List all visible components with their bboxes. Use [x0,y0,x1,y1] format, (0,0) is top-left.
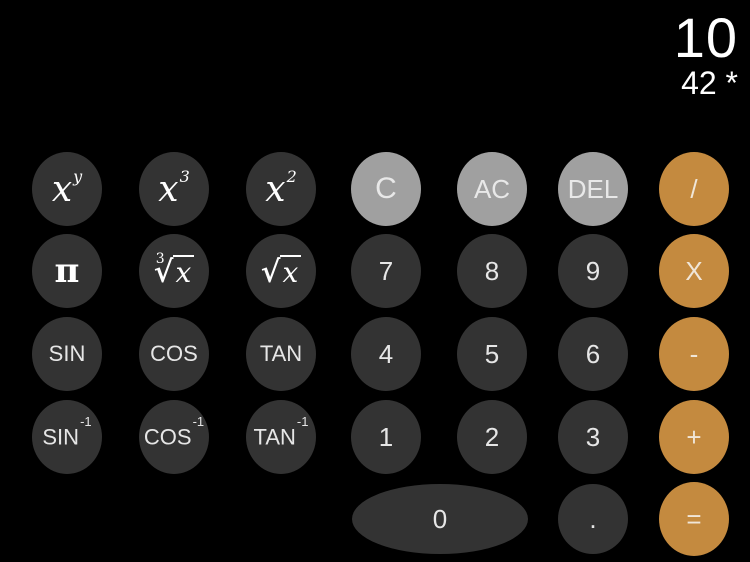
cube-base: x [158,168,179,210]
arcsin-label: SIN-1 [42,414,91,450]
digit-0-button[interactable]: 0 [352,484,528,554]
arctan-text: TAN [253,424,296,450]
square-root-label: √ x [260,254,302,290]
digit-8-label: 8 [484,255,500,286]
clear-label: C [375,172,397,205]
cos-button[interactable]: COS [139,317,209,391]
square-root-radicand: x [280,254,302,287]
clear-button[interactable]: C [351,152,421,226]
digit-1-button[interactable]: 1 [351,400,421,474]
pi-button[interactable]: π [32,234,102,308]
digit-8-button[interactable]: 8 [457,234,527,308]
add-label: + [686,421,702,452]
square-root-button[interactable]: √ x [246,234,316,308]
digit-6-label: 6 [585,338,601,369]
digit-6-button[interactable]: 6 [558,317,628,391]
all-clear-button[interactable]: AC [457,152,527,226]
delete-button[interactable]: DEL [558,152,628,226]
sin-label: SIN [48,341,86,366]
power-base: x [51,168,73,210]
add-button[interactable]: + [659,400,729,474]
digit-3-label: 3 [585,421,601,452]
display-expression: 42 * [681,65,738,101]
delete-label: DEL [567,173,619,204]
multiply-label: X [685,255,703,286]
equals-button[interactable]: = [659,482,729,556]
decimal-label: . [589,503,597,534]
arctan-superscript: -1 [296,413,309,429]
cos-label: COS [150,341,198,366]
cube-root-button[interactable]: 3 √ x [139,234,209,308]
power-exponent: y [73,166,83,186]
digit-2-button[interactable]: 2 [457,400,527,474]
arccos-button[interactable]: COS-1 [139,400,209,474]
subtract-button[interactable]: - [659,317,729,391]
digit-7-label: 7 [378,255,394,286]
digit-4-label: 4 [378,338,394,369]
digit-9-button[interactable]: 9 [558,234,628,308]
square-base: x [265,168,286,210]
power-label: xy [51,166,83,210]
arcsin-text: SIN [42,424,80,450]
display-result: 10 [673,6,738,69]
divide-label: / [690,173,698,204]
tan-label: TAN [259,341,303,366]
arctan-label: TAN-1 [253,414,309,450]
arctan-button[interactable]: TAN-1 [246,400,316,474]
digit-4-button[interactable]: 4 [351,317,421,391]
divide-button[interactable]: / [659,152,729,226]
sin-button[interactable]: SIN [32,317,102,391]
cube-label: x3 [158,166,190,210]
cube-exponent: 3 [179,166,190,186]
square-button[interactable]: x2 [246,152,316,226]
pi-label: π [54,251,80,291]
equals-label: = [686,503,702,534]
multiply-button[interactable]: X [659,234,729,308]
arccos-superscript: -1 [192,413,205,429]
power-button[interactable]: xy [32,152,102,226]
arcsin-button[interactable]: SIN-1 [32,400,102,474]
digit-5-button[interactable]: 5 [457,317,527,391]
digit-0-label: 0 [432,503,448,534]
digit-5-label: 5 [484,338,500,369]
cube-root-label: 3 √ x [154,251,195,288]
subtract-label: - [689,338,699,369]
digit-9-label: 9 [585,255,601,286]
all-clear-label: AC [473,173,511,204]
arccos-text: COS [143,424,192,450]
digit-7-button[interactable]: 7 [351,234,421,308]
decimal-button[interactable]: . [558,484,628,554]
calculator-display: 10 42 * [673,6,738,101]
square-exponent: 2 [286,166,297,186]
radical-icon: √ [260,254,281,290]
cube-root-index: 3 [155,250,165,267]
arcsin-superscript: -1 [80,413,92,429]
digit-1-label: 1 [378,421,394,452]
tan-button[interactable]: TAN [246,317,316,391]
digit-2-label: 2 [484,421,500,452]
digit-3-button[interactable]: 3 [558,400,628,474]
cube-root-radicand: x [173,254,195,287]
cube-button[interactable]: x3 [139,152,209,226]
arccos-label: COS-1 [143,414,204,450]
square-label: x2 [265,166,297,210]
